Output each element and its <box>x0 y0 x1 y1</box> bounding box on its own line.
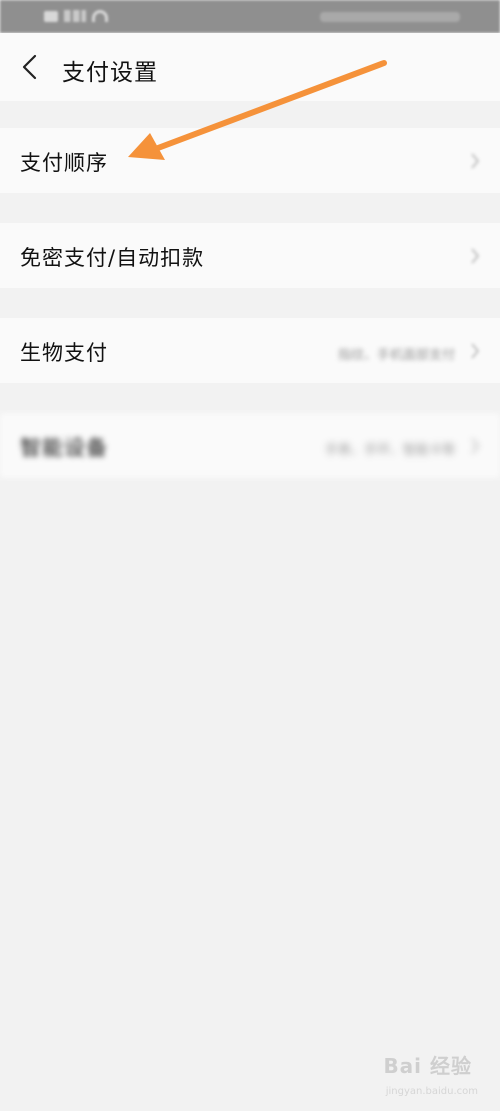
settings-row-password-free[interactable]: 免密支付/自动扣款 <box>0 223 500 288</box>
row-value: 手表、手环、智能卡等 <box>324 443 455 458</box>
chevron-right-icon <box>471 438 480 454</box>
row-label: 智能设备 <box>20 436 108 460</box>
back-arrow-icon[interactable] <box>18 53 44 81</box>
chevron-right-icon <box>471 248 480 264</box>
status-icons <box>44 10 108 22</box>
page-title: 支付设置 <box>62 60 158 86</box>
settings-row-smart-devices[interactable]: 智能设备 手表、手环、智能卡等 <box>0 413 500 478</box>
watermark-url: jingyan.baidu.com <box>385 1086 478 1097</box>
hd-icon <box>44 10 58 22</box>
row-label: 生物支付 <box>20 341 108 365</box>
status-right-info <box>320 12 460 22</box>
watermark: Bai 经验 <box>383 1054 472 1078</box>
settings-row-biometric[interactable]: 生物支付 指纹、手机面部支付 <box>0 318 500 383</box>
row-value: 指纹、手机面部支付 <box>337 348 455 363</box>
signal-icon <box>64 10 86 22</box>
wifi-icon <box>92 10 108 22</box>
chevron-right-icon <box>471 343 480 359</box>
row-label: 免密支付/自动扣款 <box>20 246 205 270</box>
header: 支付设置 <box>0 33 500 101</box>
settings-row-payment-order[interactable]: 支付顺序 <box>0 128 500 193</box>
chevron-right-icon <box>471 153 480 169</box>
row-label: 支付顺序 <box>20 151 108 175</box>
status-bar <box>0 0 500 33</box>
